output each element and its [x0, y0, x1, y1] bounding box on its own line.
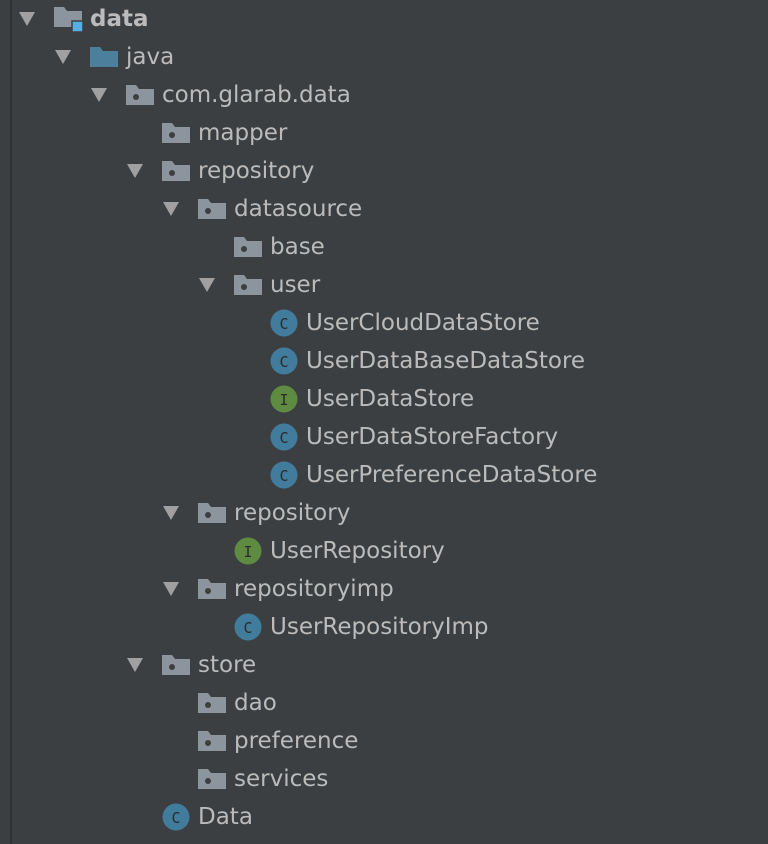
package-folder-icon: [198, 197, 226, 221]
tree-item-label: java: [126, 44, 175, 70]
svg-text:I: I: [279, 391, 288, 409]
tree-item-store[interactable]: store: [0, 646, 768, 684]
package-folder-icon: [198, 577, 226, 601]
tree-item-userclouddatastore[interactable]: C UserCloudDataStore: [0, 304, 768, 342]
tree-item-user[interactable]: user: [0, 266, 768, 304]
tree-item-dao[interactable]: dao: [0, 684, 768, 722]
tree-item-repository[interactable]: repository: [0, 494, 768, 532]
interface-icon: I: [234, 537, 262, 565]
tree-item-label: UserDataBaseDataStore: [306, 348, 586, 374]
tree-item-label: store: [198, 652, 257, 678]
tree-item-label: base: [270, 234, 325, 260]
tree-item-datasource[interactable]: datasource: [0, 190, 768, 228]
tree-item-java[interactable]: java: [0, 38, 768, 76]
tree-item-label: Data: [198, 804, 253, 830]
svg-text:I: I: [243, 543, 252, 561]
tree-item-preference[interactable]: preference: [0, 722, 768, 760]
tree-item-label: dao: [234, 690, 277, 716]
svg-text:C: C: [279, 429, 288, 447]
expand-arrow-icon[interactable]: [163, 202, 179, 216]
tree-item-label: UserRepositoryImp: [270, 614, 489, 640]
class-icon: C: [234, 613, 262, 641]
class-icon: C: [270, 347, 298, 375]
interface-icon: I: [270, 385, 298, 413]
module-folder-icon: [54, 7, 84, 33]
expand-arrow-icon[interactable]: [91, 88, 107, 102]
svg-text:C: C: [171, 809, 180, 827]
tree-item-label: UserRepository: [270, 538, 445, 564]
tree-item-mapper[interactable]: mapper: [0, 114, 768, 152]
tree-item-userrepository[interactable]: I UserRepository: [0, 532, 768, 570]
tree-item-base[interactable]: base: [0, 228, 768, 266]
tree-item-userrepositoryimp[interactable]: C UserRepositoryImp: [0, 608, 768, 646]
expand-arrow-icon[interactable]: [163, 506, 179, 520]
expand-arrow-icon[interactable]: [199, 278, 215, 292]
tree-item-repositoryimp[interactable]: repositoryimp: [0, 570, 768, 608]
package-folder-icon: [234, 235, 262, 259]
class-icon: C: [162, 803, 190, 831]
svg-text:C: C: [279, 315, 288, 333]
tree-item-label: services: [234, 766, 329, 792]
tree-item-userdatastorefactory[interactable]: C UserDataStoreFactory: [0, 418, 768, 456]
package-folder-icon: [198, 729, 226, 753]
package-folder-icon: [162, 121, 190, 145]
tree-item-data[interactable]: C Data: [0, 798, 768, 836]
tree-item-userdatastore[interactable]: I UserDataStore: [0, 380, 768, 418]
tree-item-com-glarab-data[interactable]: com.glarab.data: [0, 76, 768, 114]
tree-item-services[interactable]: services: [0, 760, 768, 798]
svg-text:C: C: [279, 353, 288, 371]
tree-item-repository[interactable]: repository: [0, 152, 768, 190]
tree-item-label: repository: [234, 500, 351, 526]
class-icon: C: [270, 461, 298, 489]
package-folder-icon: [126, 83, 154, 107]
expand-arrow-icon[interactable]: [55, 50, 71, 64]
expand-arrow-icon[interactable]: [163, 582, 179, 596]
package-folder-icon: [198, 691, 226, 715]
tree-item-label: user: [270, 272, 321, 298]
package-folder-icon: [198, 501, 226, 525]
package-folder-icon: [162, 653, 190, 677]
package-folder-icon: [198, 767, 226, 791]
tree-item-userdatabasedatastore[interactable]: C UserDataBaseDataStore: [0, 342, 768, 380]
class-icon: C: [270, 309, 298, 337]
tree-item-label: UserDataStore: [306, 386, 475, 412]
tree-item-label: data: [90, 6, 149, 32]
svg-text:C: C: [243, 619, 252, 637]
tree-item-userpreferencedatastore[interactable]: C UserPreferenceDataStore: [0, 456, 768, 494]
tree-item-label: UserCloudDataStore: [306, 310, 540, 336]
tree-item-label: mapper: [198, 120, 288, 146]
expand-arrow-icon[interactable]: [127, 658, 143, 672]
tree-item-label: preference: [234, 728, 359, 754]
expand-arrow-icon[interactable]: [19, 12, 35, 26]
tree-item-data[interactable]: data: [0, 0, 768, 38]
package-folder-icon: [234, 273, 262, 297]
tree-item-label: UserPreferenceDataStore: [306, 462, 598, 488]
source-folder-icon: [90, 45, 118, 69]
expand-arrow-icon[interactable]: [127, 164, 143, 178]
tree-item-label: repositoryimp: [234, 576, 394, 602]
svg-text:C: C: [279, 467, 288, 485]
tree-item-label: datasource: [234, 196, 363, 222]
tree-item-label: UserDataStoreFactory: [306, 424, 559, 450]
tree-item-label: repository: [198, 158, 315, 184]
class-icon: C: [270, 423, 298, 451]
tree-item-label: com.glarab.data: [162, 82, 351, 108]
package-folder-icon: [162, 159, 190, 183]
